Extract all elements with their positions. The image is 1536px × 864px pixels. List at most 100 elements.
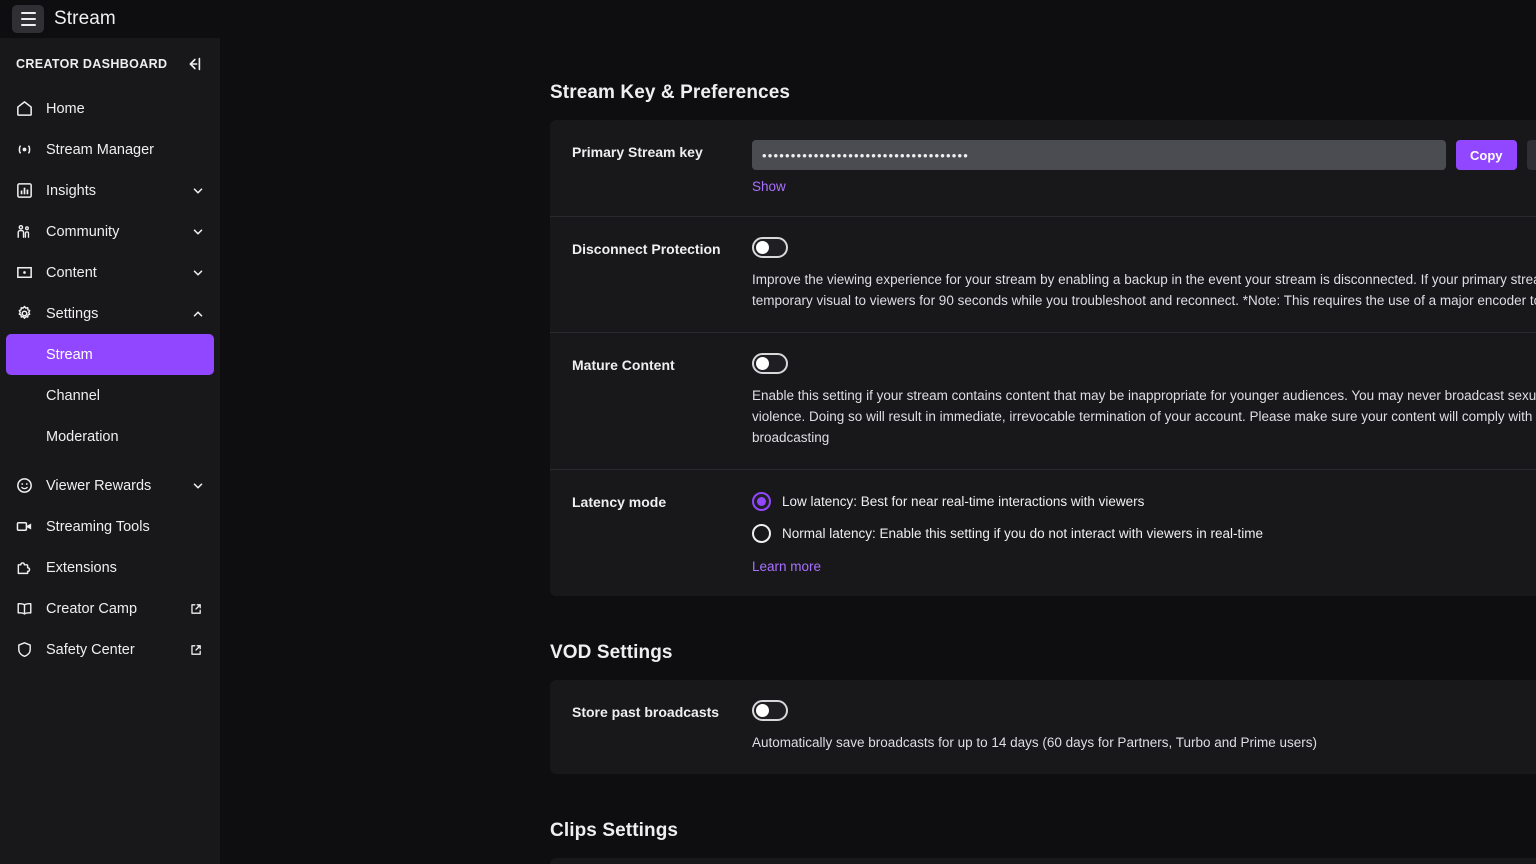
collapse-left-icon[interactable]	[184, 54, 204, 74]
sidebar-item-stream-manager[interactable]: Stream Manager	[0, 129, 220, 170]
camera-icon	[14, 517, 34, 537]
toggle-knob	[756, 356, 769, 370]
row-primary-stream-key: Primary Stream key Copy Reset Show	[550, 120, 1536, 217]
broadcast-icon	[14, 140, 34, 160]
sidebar-subitem-moderation[interactable]: Moderation	[6, 416, 214, 457]
people-icon	[14, 222, 34, 242]
sidebar-item-label: Home	[46, 100, 85, 117]
row-disconnect-protection: Disconnect Protection Improve the viewin…	[550, 217, 1536, 333]
home-icon	[14, 99, 34, 119]
video-frame-icon	[14, 263, 34, 283]
sidebar-item-label: Stream Manager	[46, 141, 154, 158]
section-title-vod: VOD Settings	[550, 641, 673, 663]
sidebar-item-viewer-rewards[interactable]: Viewer Rewards	[0, 465, 220, 506]
row-label: Primary Stream key	[572, 144, 703, 160]
chevron-down-icon[interactable]	[190, 224, 206, 240]
sidebar-header: CREATOR DASHBOARD	[0, 46, 220, 88]
sidebar-item-label: Insights	[46, 182, 96, 199]
radio-normal-latency[interactable]	[752, 523, 771, 543]
latency-option-label: Low latency: Best for near real-time int…	[782, 493, 1145, 509]
sidebar-item-content[interactable]: Content	[0, 252, 220, 293]
sidebar-item-label: Streaming Tools	[46, 518, 150, 535]
sidebar-item-safety-center[interactable]: Safety Center	[0, 629, 220, 670]
toggle-knob	[756, 241, 769, 254]
row-content: Enable this setting if your stream conta…	[752, 352, 1536, 449]
sidebar-item-creator-camp[interactable]: Creator Camp	[0, 588, 220, 629]
stream-key-input[interactable]	[752, 140, 1446, 170]
chevron-down-icon[interactable]	[190, 265, 206, 281]
sidebar-subitem-label: Moderation	[46, 428, 119, 445]
vod-card: Store past broadcasts Automatically save…	[550, 679, 1536, 774]
disconnect-protection-description: Improve the viewing experience for your …	[752, 272, 1536, 308]
chevron-down-icon[interactable]	[190, 183, 206, 199]
learn-more-link[interactable]: Learn more	[752, 559, 821, 574]
sidebar-item-extensions[interactable]: Extensions	[0, 547, 220, 588]
row-label: Disconnect Protection	[572, 241, 721, 257]
chevron-up-icon[interactable]	[190, 306, 206, 322]
sidebar-subitem-label: Stream	[46, 346, 93, 363]
row-latency-mode: Latency mode Low latency: Best for near …	[550, 470, 1536, 596]
section-title-clips: Clips Settings	[550, 819, 679, 841]
sidebar-title: CREATOR DASHBOARD	[16, 57, 168, 71]
top-bar: Stream	[0, 0, 1536, 38]
latency-option-low[interactable]: Low latency: Best for near real-time int…	[752, 491, 1536, 511]
row-content: Copy Reset Show	[752, 140, 1536, 196]
sidebar-item-label: Viewer Rewards	[46, 477, 152, 494]
row-label: Latency mode	[572, 493, 667, 510]
row-label: Mature Content	[572, 356, 675, 373]
sidebar-subitem-label: Channel	[46, 387, 101, 404]
smiley-icon	[14, 476, 34, 496]
clips-card	[550, 857, 1536, 864]
hamburger-icon[interactable]	[12, 5, 44, 33]
chevron-down-icon[interactable]	[190, 478, 206, 494]
book-icon	[14, 599, 34, 619]
row-content: Automatically save broadcasts for up to …	[752, 699, 1536, 754]
sidebar-item-label: Safety Center	[46, 641, 135, 658]
sidebar-item-community[interactable]: Community	[0, 211, 220, 252]
copy-button[interactable]: Copy	[1456, 140, 1517, 170]
store-past-broadcasts-toggle[interactable]	[752, 699, 788, 721]
row-store-past-broadcasts: Store past broadcasts Automatically save…	[550, 680, 1536, 774]
disconnect-protection-toggle[interactable]	[752, 237, 788, 258]
row-content: Improve the viewing experience for your …	[752, 237, 1536, 312]
external-link-icon	[189, 602, 203, 616]
body-row: CREATOR DASHBOARD Home Stream Manager In…	[0, 38, 1536, 864]
stream-key-field-group: Copy Reset	[752, 140, 1536, 170]
sidebar-item-settings[interactable]: Settings	[0, 293, 220, 334]
show-stream-key-link[interactable]: Show	[752, 179, 786, 194]
latency-option-normal[interactable]: Normal latency: Enable this setting if y…	[752, 523, 1536, 543]
sidebar-item-label: Settings	[46, 305, 99, 322]
sidebar-item-label: Extensions	[46, 559, 117, 576]
sidebar-item-label: Community	[46, 223, 120, 240]
mature-content-toggle[interactable]	[752, 352, 788, 374]
sidebar-item-home[interactable]: Home	[0, 88, 220, 129]
sidebar: CREATOR DASHBOARD Home Stream Manager In…	[0, 38, 220, 864]
row-mature-content: Mature Content Enable this setting if yo…	[550, 333, 1536, 470]
bar-chart-icon	[14, 181, 34, 201]
mature-content-description: Enable this setting if your stream conta…	[752, 386, 1536, 449]
creator-dashboard-app: Stream CREATOR DASHBOARD Home Stream Man…	[0, 0, 1536, 864]
shield-icon	[14, 640, 34, 660]
section-title-stream-key: Stream Key & Preferences	[550, 82, 791, 103]
sidebar-item-label: Content	[46, 264, 97, 281]
mature-desc-part1: Enable this setting if your stream conta…	[752, 387, 1536, 424]
row-label: Store past broadcasts	[572, 703, 720, 720]
sidebar-item-streaming-tools[interactable]: Streaming Tools	[0, 506, 220, 547]
main-content: Stream Key & Preferences Primary Stream …	[220, 38, 1536, 864]
sidebar-subitem-channel[interactable]: Channel	[6, 375, 214, 416]
sidebar-item-insights[interactable]: Insights	[0, 170, 220, 211]
row-content: Low latency: Best for near real-time int…	[752, 490, 1536, 576]
sidebar-item-label: Creator Camp	[46, 600, 138, 617]
settings-scroll-area: Stream Key & Preferences Primary Stream …	[220, 38, 1536, 864]
external-link-icon	[189, 643, 203, 657]
stream-key-card: Primary Stream key Copy Reset Show	[550, 120, 1536, 596]
sidebar-subitem-stream[interactable]: Stream	[6, 334, 214, 375]
gear-icon	[14, 304, 34, 324]
radio-low-latency[interactable]	[752, 491, 771, 511]
latency-option-label: Normal latency: Enable this setting if y…	[782, 525, 1263, 541]
toggle-knob	[756, 703, 769, 717]
puzzle-icon	[14, 558, 34, 578]
page-title: Stream	[54, 8, 116, 29]
store-past-broadcasts-description: Automatically save broadcasts for up to …	[752, 734, 1318, 750]
reset-button[interactable]: Reset	[1526, 140, 1536, 170]
